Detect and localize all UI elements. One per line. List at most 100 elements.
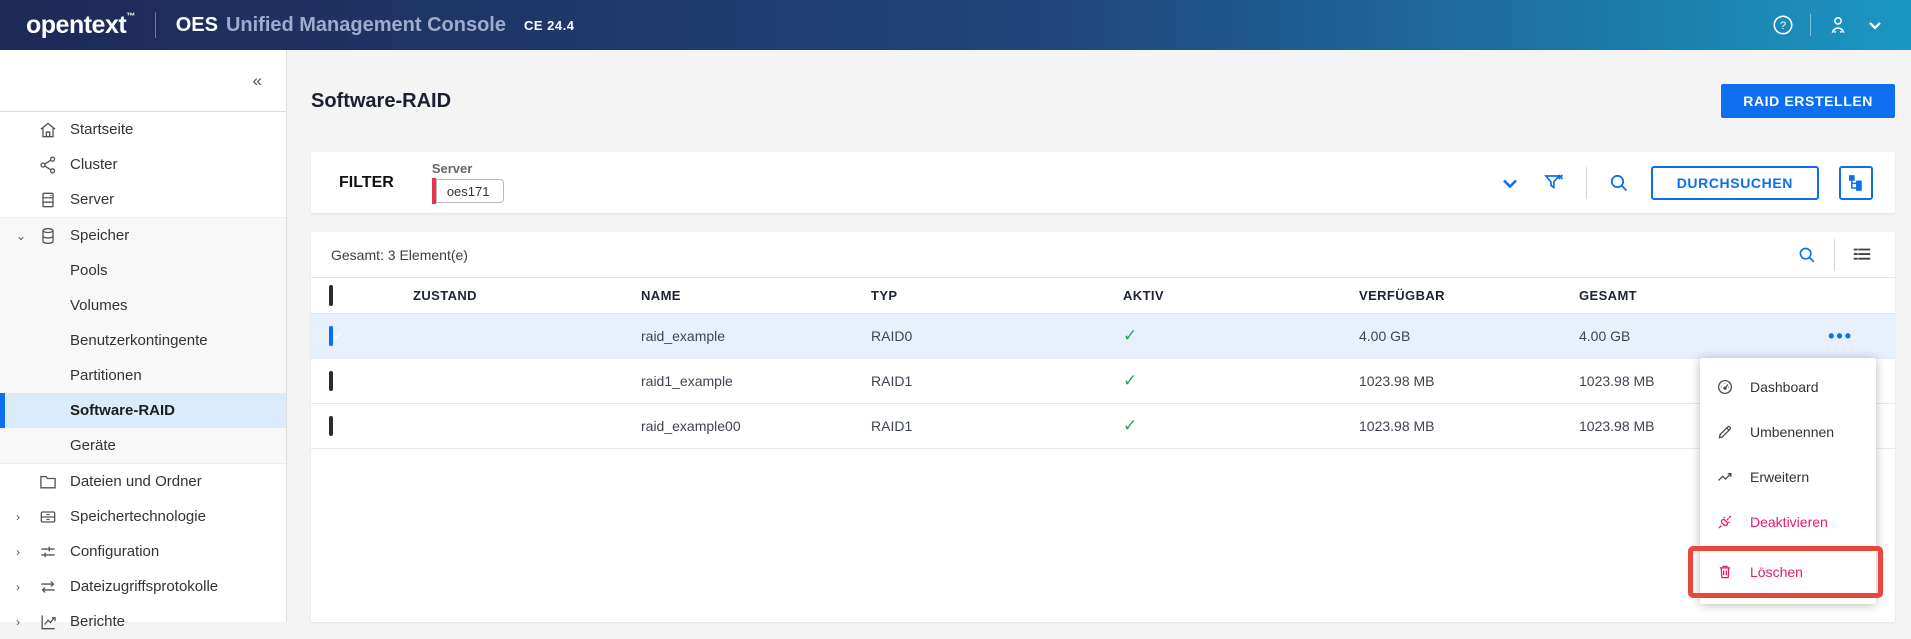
column-header-zustand: ZUSTAND: [413, 288, 477, 303]
green-check-icon: ✓: [1123, 371, 1138, 390]
chevron-down-icon[interactable]: ⌄: [16, 229, 38, 243]
server-filter-chip[interactable]: oes171: [431, 178, 505, 204]
raid-erstellen-button[interactable]: RAID ERSTELLEN: [1721, 84, 1895, 118]
pencil-icon: [1716, 423, 1734, 441]
column-header-aktiv: AKTIV: [1123, 288, 1164, 303]
green-check-icon: ✓: [1123, 416, 1138, 435]
sidebar-item-software-raid[interactable]: Software-RAID: [0, 393, 286, 428]
divider: [1834, 238, 1835, 271]
help-icon[interactable]: ?: [1772, 14, 1794, 36]
select-all-checkbox[interactable]: [329, 284, 333, 306]
raid-verfuegbar: 1023.98 MB: [1359, 373, 1435, 389]
table-row[interactable]: raid1_example RAID1 ✓ 1023.98 MB 1023.98…: [311, 359, 1895, 404]
raid-typ: RAID0: [871, 328, 913, 344]
sidebar-item-speichertechnologie[interactable]: › Speichertechnologie: [0, 499, 286, 534]
raid-name: raid_example00: [641, 418, 741, 434]
chevron-right-icon[interactable]: ›: [16, 580, 38, 594]
sidebar-item-server[interactable]: Server: [0, 182, 286, 217]
sidebar-item-volumes[interactable]: Volumes: [0, 288, 286, 323]
storage-icon: [38, 226, 58, 246]
sidebar-item-pools[interactable]: Pools: [0, 253, 286, 288]
table-header-row: ZUSTAND NAME TYP AKTIV VERFÜGBAR GESAMT: [311, 278, 1895, 314]
divider: [1585, 166, 1587, 199]
row-checkbox[interactable]: [329, 416, 333, 436]
raid-name: raid1_example: [641, 373, 733, 389]
clear-filter-icon[interactable]: [1542, 171, 1566, 195]
sidebar-item-partitionen[interactable]: Partitionen: [0, 358, 286, 393]
unplug-icon: [1716, 513, 1734, 531]
table-row[interactable]: raid_example00 RAID1 ✓ 1023.98 MB 1023.9…: [311, 404, 1895, 449]
raid-verfuegbar: 1023.98 MB: [1359, 418, 1435, 434]
product-suffix: Unified Management Console: [225, 13, 506, 36]
trash-icon: [1716, 563, 1734, 581]
header-divider: [154, 12, 156, 38]
dashboard-gauge-icon: [1716, 378, 1734, 396]
folder-icon: [38, 472, 58, 492]
main-content: Software-RAID RAID ERSTELLEN FILTER Serv…: [287, 50, 1911, 622]
raid-verfuegbar: 4.00 GB: [1359, 328, 1411, 344]
user-menu-chevron-down-icon[interactable]: [1865, 15, 1885, 35]
sidebar-item-geraete[interactable]: Geräte: [0, 428, 286, 463]
speicher-subtree: ⌄ Speicher Pools Volumes Benutzerkonting…: [0, 217, 286, 464]
server-icon: [38, 190, 58, 210]
raid-typ: RAID1: [871, 418, 913, 434]
sidebar-item-startseite[interactable]: Startseite: [0, 112, 286, 147]
home-icon: [38, 120, 58, 140]
column-header-typ: TYP: [871, 288, 898, 303]
row-actions-menu-icon[interactable]: •••: [1773, 326, 1895, 347]
row-checkbox[interactable]: [329, 326, 333, 346]
menu-item-umbenennen[interactable]: Umbenennen: [1700, 409, 1876, 454]
server-field-label: Server: [431, 161, 473, 176]
tree-view-button[interactable]: [1839, 165, 1873, 200]
header-divider: [1810, 14, 1811, 36]
trending-up-icon: [1716, 468, 1734, 486]
table-search-icon[interactable]: [1796, 244, 1818, 266]
swap-arrows-icon: [38, 577, 58, 597]
menu-item-dashboard[interactable]: Dashboard: [1700, 364, 1876, 409]
menu-item-loeschen[interactable]: Löschen: [1688, 546, 1883, 598]
product-name: OES: [175, 13, 218, 36]
svg-text:?: ?: [1780, 20, 1786, 32]
sliders-icon: [38, 542, 58, 562]
sidebar-item-benutzerkontingente[interactable]: Benutzerkontingente: [0, 323, 286, 358]
table-row[interactable]: raid_example RAID0 ✓ 4.00 GB 4.00 GB •••: [311, 314, 1895, 359]
sidebar-item-speicher[interactable]: ⌄ Speicher: [0, 218, 286, 253]
filter-search-icon[interactable]: [1607, 171, 1631, 195]
column-header-gesamt: GESAMT: [1579, 288, 1638, 303]
sidebar-item-cluster[interactable]: Cluster: [0, 147, 286, 182]
filter-bar: FILTER Server oes171 DURCHSUCHEN: [311, 152, 1895, 213]
opentext-logo: opentext™: [26, 10, 135, 39]
list-view-icon[interactable]: [1851, 244, 1873, 266]
raid-typ: RAID1: [871, 373, 913, 389]
green-check-icon: ✓: [1123, 326, 1138, 345]
row-checkbox[interactable]: [329, 371, 333, 391]
menu-item-erweitern[interactable]: Erweitern: [1700, 454, 1876, 499]
column-header-verfuegbar: VERFÜGBAR: [1359, 288, 1445, 303]
chevron-right-icon[interactable]: ›: [16, 545, 38, 559]
sidebar-collapse-button[interactable]: «: [253, 71, 262, 91]
filter-collapse-chevron-down-icon[interactable]: [1498, 171, 1522, 195]
chevron-right-icon[interactable]: ›: [16, 510, 38, 524]
version-badge: CE 24.4: [523, 17, 575, 33]
cluster-icon: [38, 155, 58, 175]
menu-item-deaktivieren[interactable]: Deaktivieren: [1700, 499, 1876, 544]
filter-label: FILTER: [339, 173, 394, 191]
sidebar-item-configuration[interactable]: › Configuration: [0, 534, 286, 569]
server-filter-value[interactable]: oes171: [435, 179, 505, 203]
raid-table-card: Gesamt: 3 Element(e) ZUSTAND NAME TYP AK…: [311, 232, 1895, 622]
storage-tech-icon: [38, 507, 58, 527]
raid-gesamt: 4.00 GB: [1579, 328, 1631, 344]
total-count-label: Gesamt: 3 Element(e): [331, 246, 468, 263]
app-header: opentext™ OES Unified Management Console…: [0, 0, 1911, 50]
durchsuchen-button[interactable]: DURCHSUCHEN: [1650, 165, 1819, 200]
sidebar-item-dateizugriffsprotokolle[interactable]: › Dateizugriffsprotokolle: [0, 569, 286, 604]
column-header-name: NAME: [641, 288, 681, 303]
sidebar-nav: Startseite Cluster Server ⌄ Speicher Poo…: [0, 112, 286, 639]
sidebar: « Startseite Cluster Server ⌄ Speicher P…: [0, 50, 287, 630]
sidebar-item-dateien-und-ordner[interactable]: Dateien und Ordner: [0, 464, 286, 499]
page-title: Software-RAID: [311, 89, 452, 112]
user-icon[interactable]: [1827, 14, 1849, 36]
raid-name: raid_example: [641, 328, 726, 344]
row-context-menu: Dashboard Umbenennen Erweitern Deaktivie…: [1688, 358, 1883, 604]
server-filter-field: Server oes171: [431, 161, 505, 204]
